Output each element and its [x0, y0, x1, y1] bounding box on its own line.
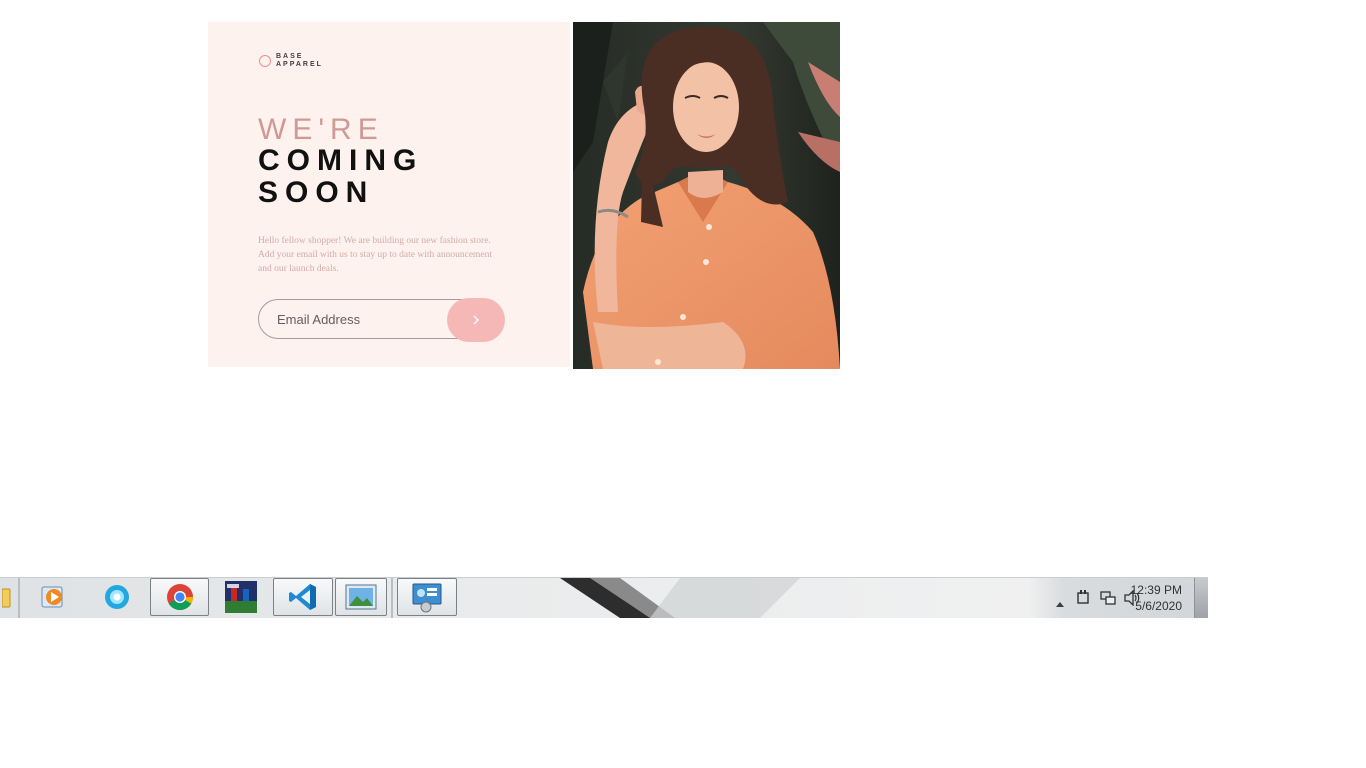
- control-panel-icon: [412, 583, 442, 613]
- submit-button[interactable]: [447, 298, 505, 342]
- clock-date: 5/6/2020: [1135, 599, 1182, 613]
- signup-form: [258, 298, 505, 343]
- photo-viewer-icon: [345, 584, 377, 610]
- media-player-icon: [41, 586, 63, 608]
- taskbar-app-control-panel[interactable]: [397, 578, 457, 616]
- system-tray: 12:39 PM 5/6/2020: [1028, 578, 1208, 618]
- chevron-up-icon: [1056, 602, 1064, 607]
- hero-image: [573, 22, 840, 369]
- show-desktop-button[interactable]: [1194, 578, 1208, 618]
- model-photo: [573, 22, 840, 369]
- page-title: WE'RE COMING SOON: [258, 114, 423, 209]
- logo-circle-icon: [259, 55, 271, 67]
- taskbar-app-explorer[interactable]: [0, 578, 14, 616]
- taskbar-app-media-player[interactable]: [24, 578, 84, 616]
- headline-dark-1: COMING: [258, 144, 424, 177]
- logo-line-1: BASE: [276, 53, 304, 60]
- tray-overflow-button[interactable]: [1056, 594, 1064, 612]
- windows-taskbar: 12:39 PM 5/6/2020: [0, 577, 1208, 618]
- logo-line-2: APPAREL: [276, 61, 323, 68]
- chrome-icon: [166, 584, 193, 611]
- taskbar-separator: [18, 578, 20, 618]
- landing-page: BASE APPAREL WE'RE COMING SOON Hello fel…: [208, 22, 840, 369]
- network-icon: [1100, 591, 1116, 605]
- brand-logo[interactable]: BASE APPAREL: [259, 53, 323, 69]
- tray-network[interactable]: [1100, 590, 1116, 611]
- taskbar-wallpaper-deco: [560, 578, 800, 618]
- taskbar-app-photo-viewer[interactable]: [335, 578, 387, 616]
- chevron-right-icon: [473, 315, 479, 325]
- browser-orb-icon: [105, 585, 129, 609]
- vscode-icon: [289, 584, 316, 610]
- taskbar-app-game[interactable]: [213, 578, 269, 616]
- taskbar-app-chrome[interactable]: [150, 578, 209, 616]
- logo-text: BASE APPAREL: [276, 53, 323, 69]
- hero-description: Hello fellow shopper! We are building ou…: [258, 236, 493, 274]
- game-icon: [225, 581, 257, 613]
- power-plug-icon: [1077, 590, 1089, 604]
- hero-panel: BASE APPAREL WE'RE COMING SOON Hello fel…: [208, 22, 570, 367]
- headline-light: WE'RE: [258, 113, 384, 146]
- clock-time: 12:39 PM: [1130, 583, 1182, 597]
- explorer-folder-icon: [2, 588, 11, 608]
- taskbar-clock[interactable]: 12:39 PM 5/6/2020: [1131, 582, 1182, 614]
- tray-power[interactable]: [1076, 590, 1090, 611]
- headline-dark-2: SOON: [258, 176, 375, 209]
- taskbar-separator-2: [391, 578, 393, 618]
- taskbar-app-browser[interactable]: [88, 578, 146, 616]
- taskbar-app-vscode[interactable]: [273, 578, 333, 616]
